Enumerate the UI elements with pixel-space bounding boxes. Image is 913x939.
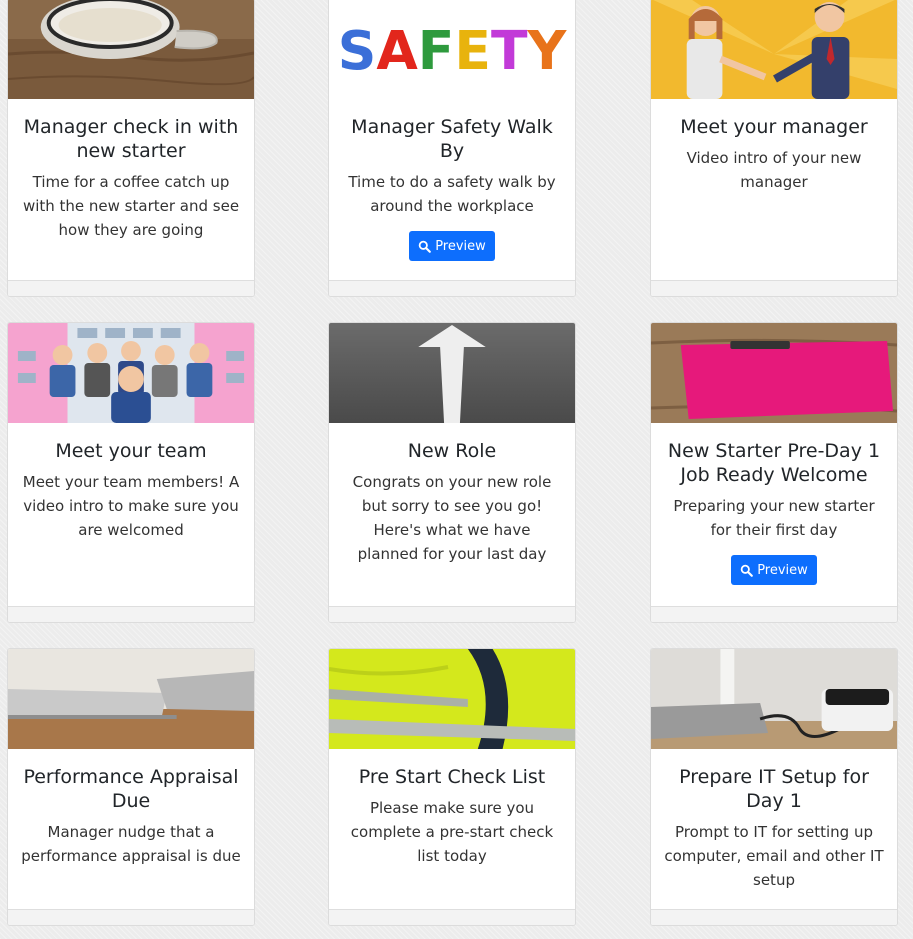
pink-clipboard-image [651,323,897,423]
card-description: Congrats on your new role but sorry to s… [352,473,552,563]
card-description: Preparing your new starter for their fir… [673,497,875,539]
card-footer [651,280,897,296]
card-description: Prompt to IT for setting up computer, em… [664,823,884,889]
safety-logo-text: SAFETY [338,19,568,82]
card-footer [329,909,575,925]
card-title: Manager check in with new starter [23,116,239,162]
card-title: Performance Appraisal Due [23,766,239,812]
card-manager-check-in[interactable]: Manager check in with new starter Time f… [7,0,255,297]
hi-vis-vest-image [329,649,575,749]
card-description: Time for a coffee catch up with the new … [22,173,240,239]
printer-laptop-image [651,649,897,749]
card-description: Meet your team members! A video intro to… [22,473,240,539]
team-image [8,323,254,423]
search-icon [418,240,432,253]
card-description: Time to do a safety walk by around the w… [348,173,556,215]
laptop-image [8,649,254,749]
preview-button-label: Preview [435,238,486,254]
road-arrow-image [329,323,575,423]
coffee-cup-image [8,0,254,99]
card-title: Pre Start Check List [358,766,546,788]
card-footer [329,280,575,296]
card-title: New Starter Pre-Day 1 Job Ready Welcome [667,440,881,486]
card-description: Please make sure you complete a pre-star… [350,799,554,865]
preview-button-label: Preview [757,562,808,578]
handshake-image [651,0,897,99]
card-title: New Role [407,440,497,462]
preview-button[interactable]: Preview [731,555,817,585]
search-icon [740,564,754,577]
card-title: Meet your team [55,440,207,462]
card-footer [8,909,254,925]
card-meet-your-team[interactable]: Meet your team Meet your team members! A… [7,322,255,623]
card-footer [8,280,254,296]
safety-logo-image: SAFETY [329,0,575,99]
card-title: Manager Safety Walk By [351,116,553,162]
card-performance-appraisal[interactable]: Performance Appraisal Due Manager nudge … [7,648,255,926]
card-new-role[interactable]: New Role Congrats on your new role but s… [328,322,576,623]
card-title: Prepare IT Setup for Day 1 [679,766,869,812]
card-title: Meet your manager [680,116,868,138]
card-description: Video intro of your new manager [686,149,862,191]
card-footer [651,606,897,622]
card-new-starter-pre-day-1[interactable]: New Starter Pre-Day 1 Job Ready Welcome … [650,322,898,623]
card-manager-safety-walk[interactable]: SAFETY Manager Safety Walk By Time to do… [328,0,576,297]
card-footer [651,909,897,925]
card-meet-your-manager[interactable]: Meet your manager Video intro of your ne… [650,0,898,297]
preview-button[interactable]: Preview [409,231,495,261]
card-description: Manager nudge that a performance apprais… [21,823,241,865]
card-footer [329,606,575,622]
card-footer [8,606,254,622]
card-prepare-it-setup[interactable]: Prepare IT Setup for Day 1 Prompt to IT … [650,648,898,926]
card-pre-start-check-list[interactable]: Pre Start Check List Please make sure yo… [328,648,576,926]
